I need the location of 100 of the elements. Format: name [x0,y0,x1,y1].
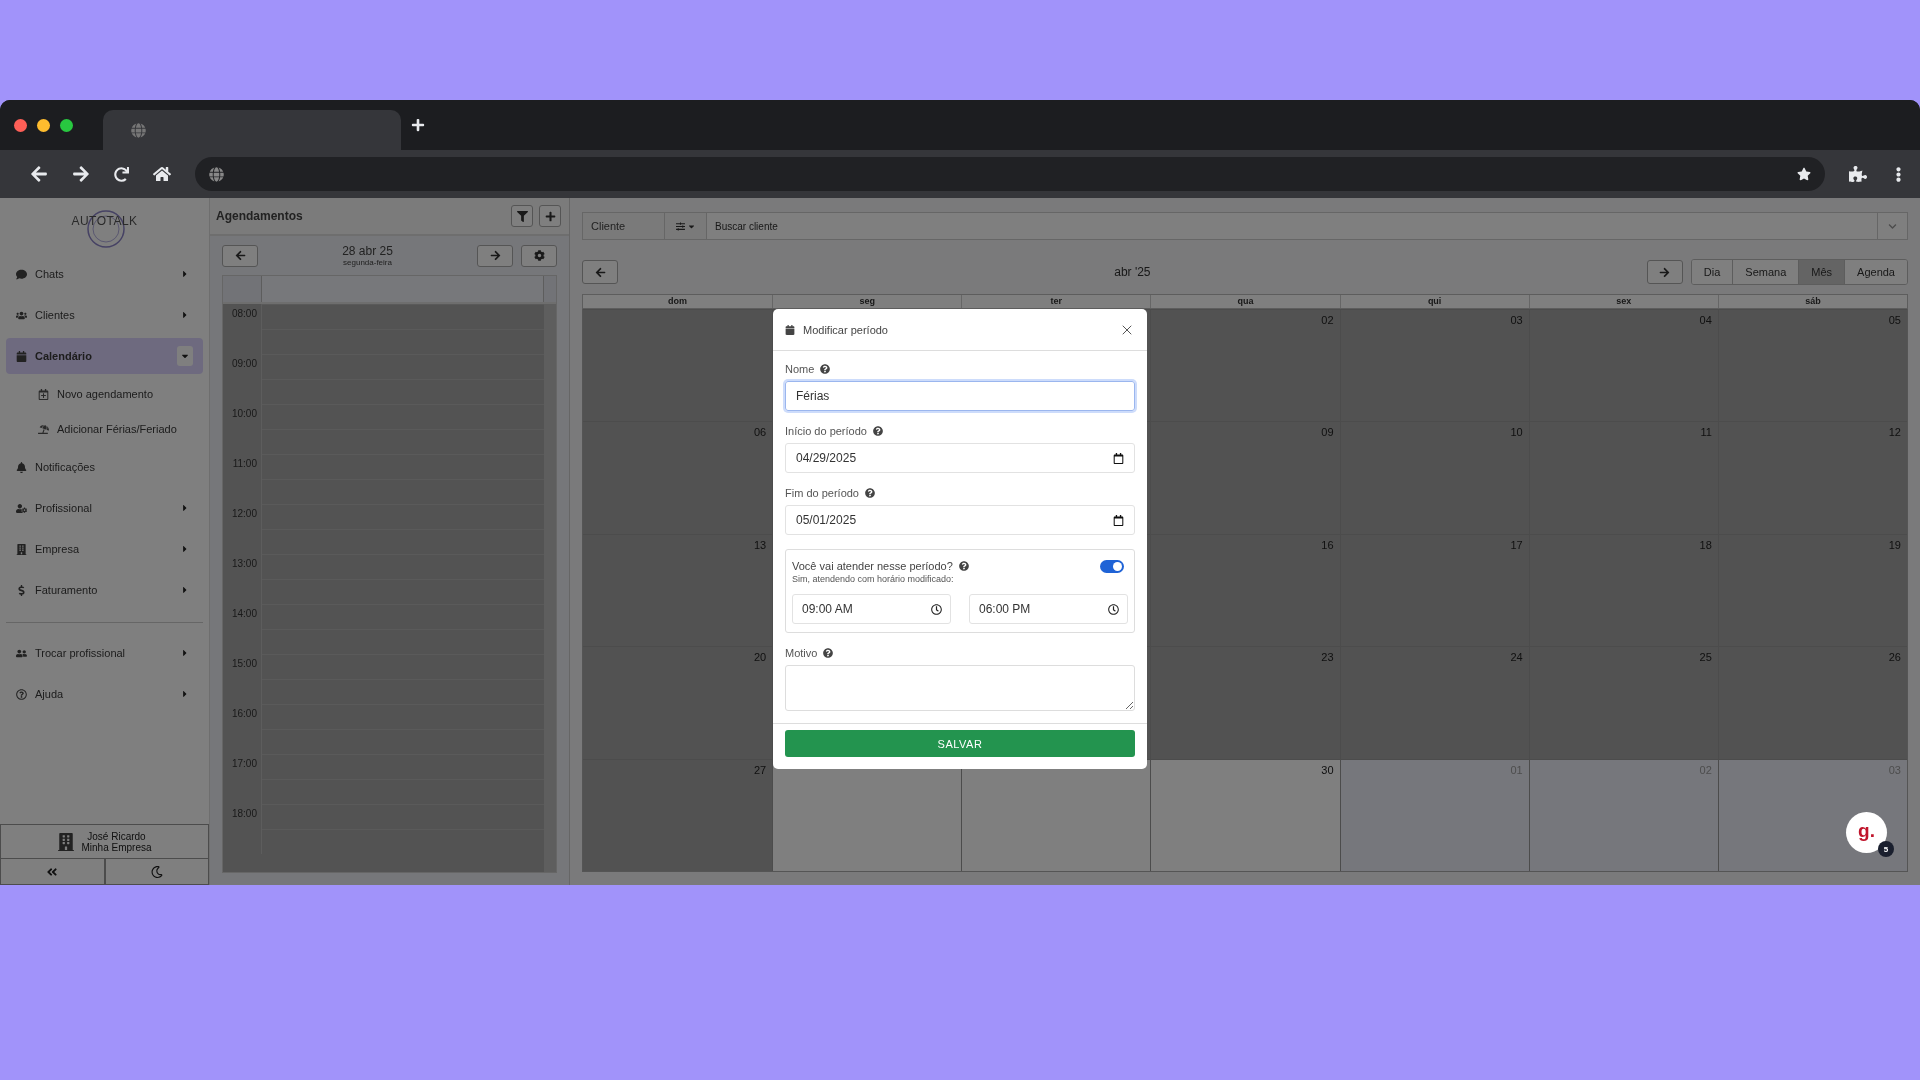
day-cell[interactable]: 05 [1717,309,1907,422]
help-icon[interactable] [865,488,875,498]
field-label: Nome [785,363,815,375]
day-cell[interactable]: 16 [1150,533,1340,647]
beach-umbrella-icon [38,423,49,435]
sidebar-item[interactable]: Clientes [6,297,203,333]
back-icon[interactable] [30,165,48,183]
home-icon[interactable] [153,165,171,183]
weekday-header: qui [1339,295,1529,308]
clock-icon[interactable] [1108,603,1119,615]
view-tab[interactable]: Mês [1798,260,1845,284]
day-cell[interactable]: 26 [1717,646,1907,759]
help-icon [16,688,27,700]
day-cell[interactable]: 11 [1528,421,1718,534]
day-cell[interactable]: 24 [1339,646,1529,759]
caret-icon[interactable] [177,346,193,366]
calendar-icon[interactable] [1113,514,1124,526]
day-cell[interactable]: 25 [1528,646,1718,759]
reason-field[interactable] [785,665,1135,711]
arrow-left-icon [594,266,606,278]
forward-icon[interactable] [72,165,90,183]
globe-icon [209,166,224,182]
day-cell[interactable]: 30 [1150,758,1340,871]
sidebar-item[interactable]: Notificações [6,449,203,485]
help-icon[interactable] [872,426,883,436]
weekday-header: sex [1528,295,1718,308]
day-number: 11 [1700,426,1712,439]
day-cell[interactable]: 27 [583,758,773,871]
calendar-icon [785,324,795,335]
sidebar-item[interactable]: Trocar profissional [6,635,203,671]
day-cell[interactable]: 20 [583,646,773,759]
weekday-header: ter [961,295,1151,308]
date-field[interactable]: 04/29/2025 [785,443,1135,473]
clock-icon[interactable] [931,603,942,615]
view-tab[interactable]: Dia [1691,260,1733,284]
double-chevron-left-icon [46,865,59,878]
settings-icon [533,250,545,261]
sidebar-item[interactable]: Chats [6,256,203,292]
field-label: Início do período [785,425,867,437]
user-gear-icon [16,502,27,514]
view-tab[interactable]: Semana [1732,260,1799,284]
add-button[interactable] [539,205,561,227]
day-cell[interactable]: 10 [1339,421,1529,534]
sidebar-subitem[interactable]: Novo agendamento [6,377,203,411]
help-icon[interactable] [820,364,831,374]
day-number: 10 [1510,426,1523,439]
text-field[interactable]: Férias [785,381,1135,411]
sidebar-item[interactable]: Calendário [6,338,203,374]
day-cell[interactable] [961,758,1151,871]
date-field[interactable]: 05/01/2025 [785,505,1135,535]
day-cell[interactable]: 23 [1150,646,1340,759]
day-cell[interactable]: 18 [1528,533,1718,647]
day-cell[interactable]: 03 [1339,309,1529,422]
hour-label: 13:00 [230,557,258,571]
sidebar-item[interactable]: Ajuda [6,676,203,712]
view-tab[interactable]: Agenda [1844,260,1907,284]
help-icon[interactable] [958,561,969,571]
help-icon[interactable] [823,648,834,658]
scrollbar[interactable] [544,304,556,872]
arrow-left-icon [234,250,246,261]
day-number: 25 [1699,651,1712,664]
sidebar-subitem[interactable]: Adicionar Férias/Feriado [6,412,203,446]
day-number: 06 [753,426,767,439]
day-cell[interactable]: 09 [1150,421,1340,534]
filter-button[interactable] [511,205,533,227]
minimize-window-icon[interactable] [37,118,50,132]
bookmark-star-icon[interactable] [1797,167,1811,181]
day-cell[interactable]: 02 [1150,309,1340,422]
settings-button[interactable] [521,244,557,267]
weekday-header: dom [667,295,689,308]
extensions-icon[interactable] [1849,165,1867,183]
day-cell[interactable]: 19 [1717,533,1907,647]
day-number: 27 [753,763,767,776]
start-time-field[interactable]: 09:00 AM [792,594,951,624]
previous-day-button[interactable] [222,244,258,267]
reload-icon[interactable] [114,166,129,182]
day-cell[interactable]: 12 [1717,421,1907,534]
sidebar-item[interactable]: Profissional [6,490,203,526]
next-month-button[interactable] [1646,260,1683,284]
hour-label: 16:00 [230,707,258,721]
maximize-window-icon[interactable] [60,118,73,132]
new-tab-icon[interactable] [411,118,425,132]
close-window-icon[interactable] [14,118,27,132]
day-cell[interactable] [583,309,773,422]
field-label: Motivo [785,647,818,659]
arrow-right-icon [1659,266,1671,278]
sidebar-item[interactable]: Empresa [6,531,203,567]
previous-month-button[interactable] [582,260,618,284]
save-button[interactable]: SALVAR [785,730,1135,757]
next-day-button[interactable] [477,244,513,267]
day-cell[interactable]: 17 [1339,533,1529,647]
day-cell[interactable]: 06 [583,421,773,534]
day-cell[interactable]: 13 [583,533,773,647]
end-time-field[interactable]: 06:00 PM [969,594,1128,624]
calendar-icon[interactable] [1113,452,1124,464]
users-icon [16,309,27,321]
day-cell[interactable]: 04 [1528,309,1718,422]
attendance-toggle[interactable] [1100,560,1124,573]
company-name: Minha Empresa [81,841,152,853]
sidebar-item[interactable]: Faturamento [6,572,203,608]
